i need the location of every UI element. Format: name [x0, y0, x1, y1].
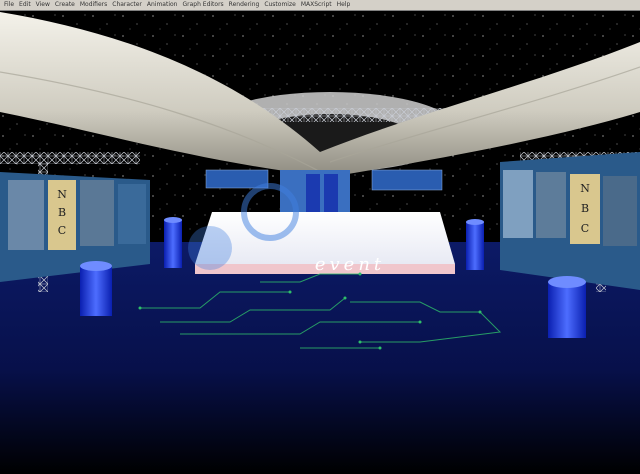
menu-customize[interactable]: Customize	[264, 0, 296, 10]
right-letter-b: B	[581, 202, 589, 215]
menu-graph-editors[interactable]: Graph Editors	[182, 0, 223, 10]
menu-animation[interactable]: Animation	[147, 0, 178, 10]
menu-modifiers[interactable]: Modifiers	[80, 0, 107, 10]
stage-logo-text: event	[315, 254, 385, 275]
3d-application-window: File Edit View Create Modifiers Characte…	[0, 0, 640, 474]
left-letter-n: N	[57, 188, 67, 201]
right-letter-c: C	[581, 222, 589, 235]
3d-viewport[interactable]: N B C N B C event	[0, 12, 640, 474]
menu-help[interactable]: Help	[337, 0, 351, 10]
menu-view[interactable]: View	[36, 0, 50, 10]
cylinder-left-back	[164, 217, 182, 268]
left-truss	[0, 152, 140, 164]
menu-create[interactable]: Create	[55, 0, 75, 10]
left-banner-panel: N B C	[0, 172, 150, 282]
menu-rendering[interactable]: Rendering	[229, 0, 260, 10]
center-column-right	[324, 174, 338, 218]
cylinder-right-back	[466, 219, 484, 270]
right-letter-n: N	[580, 182, 590, 195]
menu-character[interactable]: Character	[112, 0, 142, 10]
right-banner-panel: N B C	[500, 152, 640, 290]
back-screen-right	[371, 169, 443, 191]
menu-bar: File Edit View Create Modifiers Characte…	[0, 0, 640, 11]
cylinder-left-front	[80, 261, 112, 316]
scene-render: N B C N B C event	[0, 12, 640, 474]
left-letter-c: C	[58, 224, 66, 237]
menu-maxscript[interactable]: MAXScript	[301, 0, 332, 10]
menu-file[interactable]: File	[4, 0, 14, 10]
cylinder-right-front	[548, 276, 586, 338]
watermark-disc	[188, 226, 232, 270]
left-letter-b: B	[58, 206, 66, 219]
menu-edit[interactable]: Edit	[19, 0, 31, 10]
center-column-left	[306, 174, 320, 218]
stage-platform: event	[195, 212, 455, 275]
